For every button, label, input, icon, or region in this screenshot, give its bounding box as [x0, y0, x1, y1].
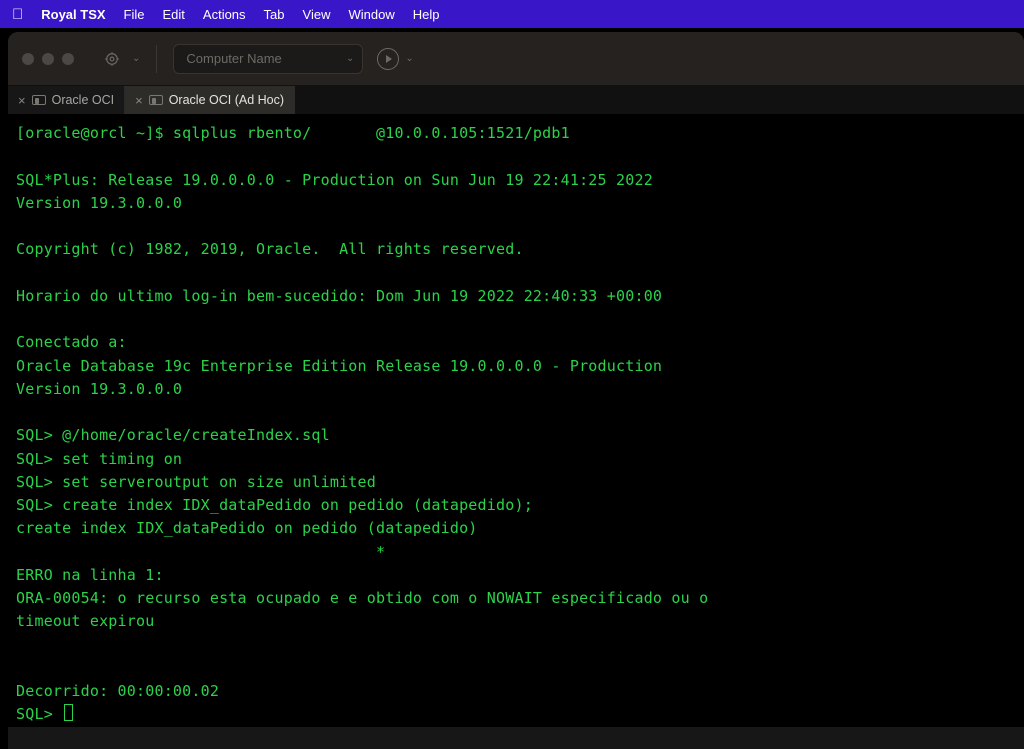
- menu-tab[interactable]: Tab: [264, 7, 285, 22]
- minimize-window-button[interactable]: [42, 53, 54, 65]
- terminal[interactable]: [oracle@orcl ~]$ sqlplus rbento/ @10.0.0…: [8, 114, 1024, 727]
- menu-edit[interactable]: Edit: [163, 7, 185, 22]
- menu-file[interactable]: File: [124, 7, 145, 22]
- target-button[interactable]: [98, 46, 126, 72]
- computer-name-label: Computer Name: [186, 51, 281, 66]
- close-window-button[interactable]: [22, 53, 34, 65]
- app-window: ⌄ Computer Name ⌄ ⌄ × Oracle OCI × Oracl…: [8, 32, 1024, 749]
- apple-logo-icon[interactable]: : [12, 6, 23, 23]
- window-controls: [22, 53, 74, 65]
- tab-label: Oracle OCI (Ad Hoc): [169, 93, 284, 107]
- computer-name-select[interactable]: Computer Name ⌄: [173, 44, 363, 74]
- menu-view[interactable]: View: [303, 7, 331, 22]
- tab-oracle-oci-adhoc[interactable]: × Oracle OCI (Ad Hoc): [125, 86, 295, 114]
- toolbar-separator: [156, 45, 157, 73]
- tab-oracle-oci[interactable]: × Oracle OCI: [8, 86, 125, 114]
- chevron-down-icon: ⌄: [346, 53, 354, 64]
- cursor: [64, 704, 73, 721]
- tabs-row: × Oracle OCI × Oracle OCI (Ad Hoc): [8, 86, 1024, 114]
- tab-label: Oracle OCI: [52, 93, 115, 107]
- close-tab-icon[interactable]: ×: [18, 93, 26, 108]
- terminal-tab-icon: [149, 95, 163, 105]
- menubar:  Royal TSX File Edit Actions Tab View W…: [0, 0, 1024, 28]
- target-dropdown-icon[interactable]: ⌄: [132, 53, 140, 64]
- app-name[interactable]: Royal TSX: [41, 7, 105, 22]
- menu-window[interactable]: Window: [348, 7, 394, 22]
- run-button[interactable]: [377, 48, 399, 70]
- terminal-tab-icon: [32, 95, 46, 105]
- toolbar: ⌄ Computer Name ⌄ ⌄: [8, 32, 1024, 86]
- zoom-window-button[interactable]: [62, 53, 74, 65]
- menu-help[interactable]: Help: [413, 7, 440, 22]
- menu-actions[interactable]: Actions: [203, 7, 246, 22]
- close-tab-icon[interactable]: ×: [135, 93, 143, 108]
- play-icon: [386, 55, 392, 63]
- run-dropdown-icon[interactable]: ⌄: [405, 53, 413, 64]
